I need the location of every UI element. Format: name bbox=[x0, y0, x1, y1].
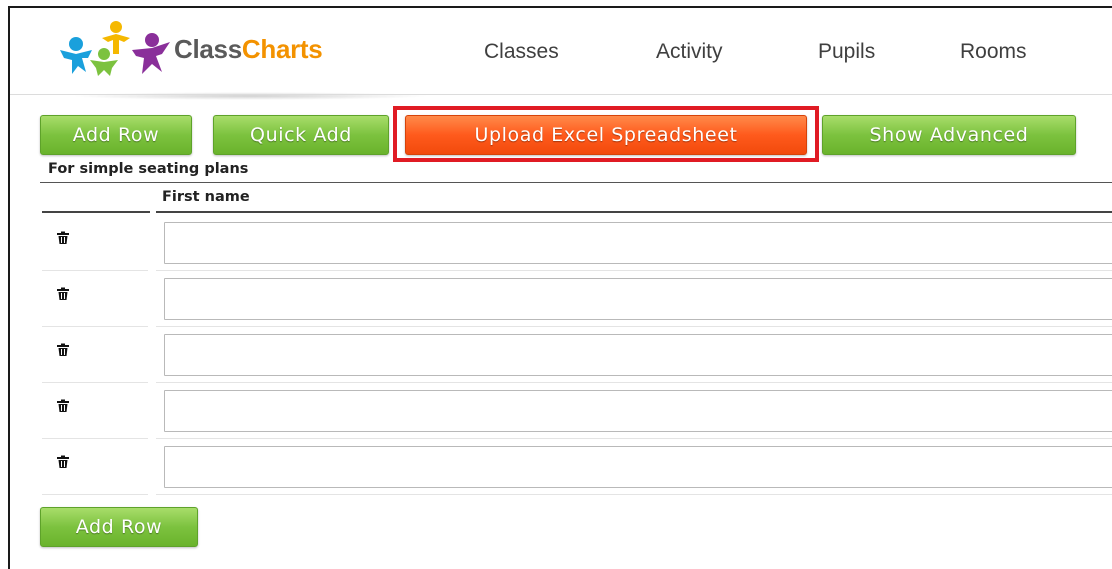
brand-name-part1: Class bbox=[174, 34, 242, 64]
highlight-annotation bbox=[393, 106, 819, 162]
header: ClassCharts Classes Activity Pupils Room… bbox=[10, 8, 1112, 100]
section-caption: For simple seating plans bbox=[48, 161, 249, 177]
brand-name-part2: Charts bbox=[241, 34, 323, 64]
row-divider bbox=[42, 494, 148, 495]
show-advanced-button[interactable]: Show Advanced bbox=[822, 115, 1076, 155]
trash-icon[interactable] bbox=[56, 343, 70, 357]
first-name-input[interactable] bbox=[164, 278, 1112, 320]
nav-item-pupils[interactable]: Pupils bbox=[818, 40, 875, 64]
column-divider-gap bbox=[150, 211, 156, 213]
table-row bbox=[42, 383, 1112, 439]
section-divider bbox=[40, 182, 1112, 183]
table-row bbox=[42, 271, 1112, 327]
row-divider bbox=[156, 494, 1112, 495]
app-frame: ClassCharts Classes Activity Pupils Room… bbox=[8, 6, 1112, 569]
classcharts-logo[interactable] bbox=[56, 20, 174, 76]
trash-icon[interactable] bbox=[56, 231, 70, 245]
trash-icon[interactable] bbox=[56, 287, 70, 301]
brand-name: ClassCharts bbox=[174, 34, 323, 65]
trash-icon[interactable] bbox=[56, 455, 70, 469]
column-header-divider bbox=[42, 211, 1112, 213]
nav-item-activity[interactable]: Activity bbox=[656, 40, 723, 64]
table-row bbox=[42, 439, 1112, 495]
table-row bbox=[42, 327, 1112, 383]
logo-figures-icon bbox=[60, 21, 170, 76]
first-name-input[interactable] bbox=[164, 222, 1112, 264]
column-header-first-name: First name bbox=[162, 189, 250, 205]
first-name-input[interactable] bbox=[164, 446, 1112, 488]
add-row-button-bottom[interactable]: Add Row bbox=[40, 507, 198, 547]
first-name-input[interactable] bbox=[164, 334, 1112, 376]
table-row bbox=[42, 215, 1112, 271]
first-name-input[interactable] bbox=[164, 390, 1112, 432]
add-row-button[interactable]: Add Row bbox=[40, 115, 192, 155]
nav-item-classes[interactable]: Classes bbox=[484, 40, 559, 64]
quick-add-button[interactable]: Quick Add bbox=[213, 115, 389, 155]
trash-icon[interactable] bbox=[56, 399, 70, 413]
nav-item-rooms[interactable]: Rooms bbox=[960, 40, 1027, 64]
header-divider bbox=[10, 94, 1112, 95]
